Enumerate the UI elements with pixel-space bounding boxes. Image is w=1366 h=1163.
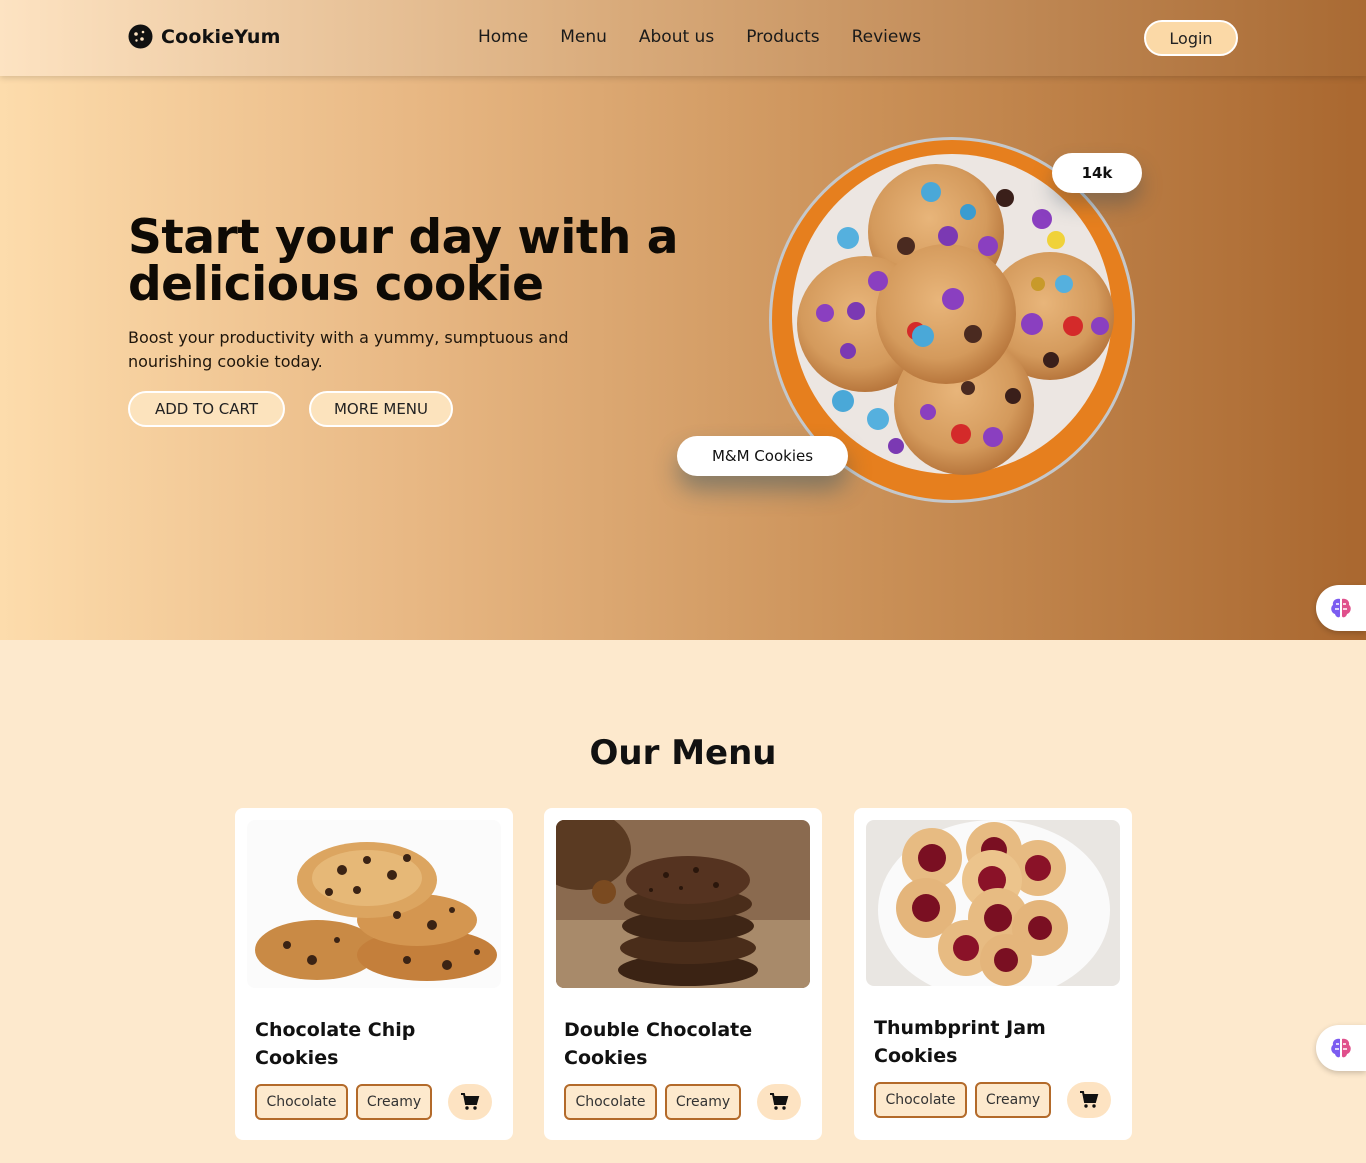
ai-assistant-button[interactable] bbox=[1316, 585, 1366, 631]
brain-assistant-icon bbox=[1331, 1038, 1351, 1058]
brand-logo[interactable]: CookieYum bbox=[128, 24, 281, 49]
hero-section: Start your day with a delicious cookie B… bbox=[0, 76, 1366, 640]
nav-link-home[interactable]: Home bbox=[478, 27, 528, 47]
add-to-cart-icon-button[interactable] bbox=[1067, 1082, 1111, 1118]
likes-badge: 14k bbox=[1052, 153, 1142, 193]
shopping-cart-icon bbox=[1080, 1091, 1099, 1108]
nav-link-reviews[interactable]: Reviews bbox=[852, 27, 922, 47]
double-chocolate-cookies-image bbox=[556, 820, 810, 988]
menu-item-name: Double Chocolate Cookies bbox=[564, 1019, 753, 1069]
add-to-cart-icon-button[interactable] bbox=[448, 1084, 492, 1120]
menu-item-name: Thumbprint Jam Cookies bbox=[874, 1017, 1046, 1067]
nav-link-menu[interactable]: Menu bbox=[560, 27, 607, 47]
login-button[interactable]: Login bbox=[1144, 20, 1238, 56]
tag-creamy[interactable]: Creamy bbox=[356, 1084, 432, 1120]
menu-card-thumbprint-jam[interactable]: Thumbprint Jam Cookies Chocolate Creamy bbox=[854, 808, 1132, 1140]
shopping-cart-icon bbox=[770, 1093, 789, 1110]
nav-link-about[interactable]: About us bbox=[639, 27, 714, 47]
more-menu-button[interactable]: MORE MENU bbox=[309, 391, 453, 427]
menu-section-title: Our Menu bbox=[589, 733, 777, 773]
brand-name: CookieYum bbox=[161, 25, 281, 48]
featured-product-label[interactable]: M&M Cookies bbox=[677, 436, 848, 476]
tag-chocolate[interactable]: Chocolate bbox=[874, 1082, 967, 1118]
tag-chocolate[interactable]: Chocolate bbox=[564, 1084, 657, 1120]
add-to-cart-icon-button[interactable] bbox=[757, 1084, 801, 1120]
tag-chocolate[interactable]: Chocolate bbox=[255, 1084, 348, 1120]
thumbprint-jam-cookies-image bbox=[866, 820, 1120, 986]
hero-title: Start your day with a delicious cookie bbox=[128, 210, 678, 312]
main-nav: Home Menu About us Products Reviews bbox=[478, 27, 953, 47]
menu-card-chocolate-chip[interactable]: Chocolate Chip Cookies Chocolate Creamy bbox=[235, 808, 513, 1140]
menu-card-double-chocolate[interactable]: Double Chocolate Cookies Chocolate Cream… bbox=[544, 808, 822, 1140]
ai-assistant-button-secondary[interactable] bbox=[1316, 1025, 1366, 1071]
nav-link-products[interactable]: Products bbox=[746, 27, 819, 47]
add-to-cart-button[interactable]: ADD TO CART bbox=[128, 391, 285, 427]
hero-subtitle: Boost your productivity with a yummy, su… bbox=[128, 328, 569, 371]
top-navbar: CookieYum Home Menu About us Products Re… bbox=[0, 0, 1366, 76]
brain-assistant-icon bbox=[1331, 598, 1351, 618]
cookie-logo-icon bbox=[128, 24, 153, 49]
menu-item-name: Chocolate Chip Cookies bbox=[255, 1019, 416, 1069]
tag-creamy[interactable]: Creamy bbox=[975, 1082, 1051, 1118]
chocolate-chip-cookies-image bbox=[247, 820, 501, 988]
shopping-cart-icon bbox=[461, 1093, 480, 1110]
tag-creamy[interactable]: Creamy bbox=[665, 1084, 741, 1120]
